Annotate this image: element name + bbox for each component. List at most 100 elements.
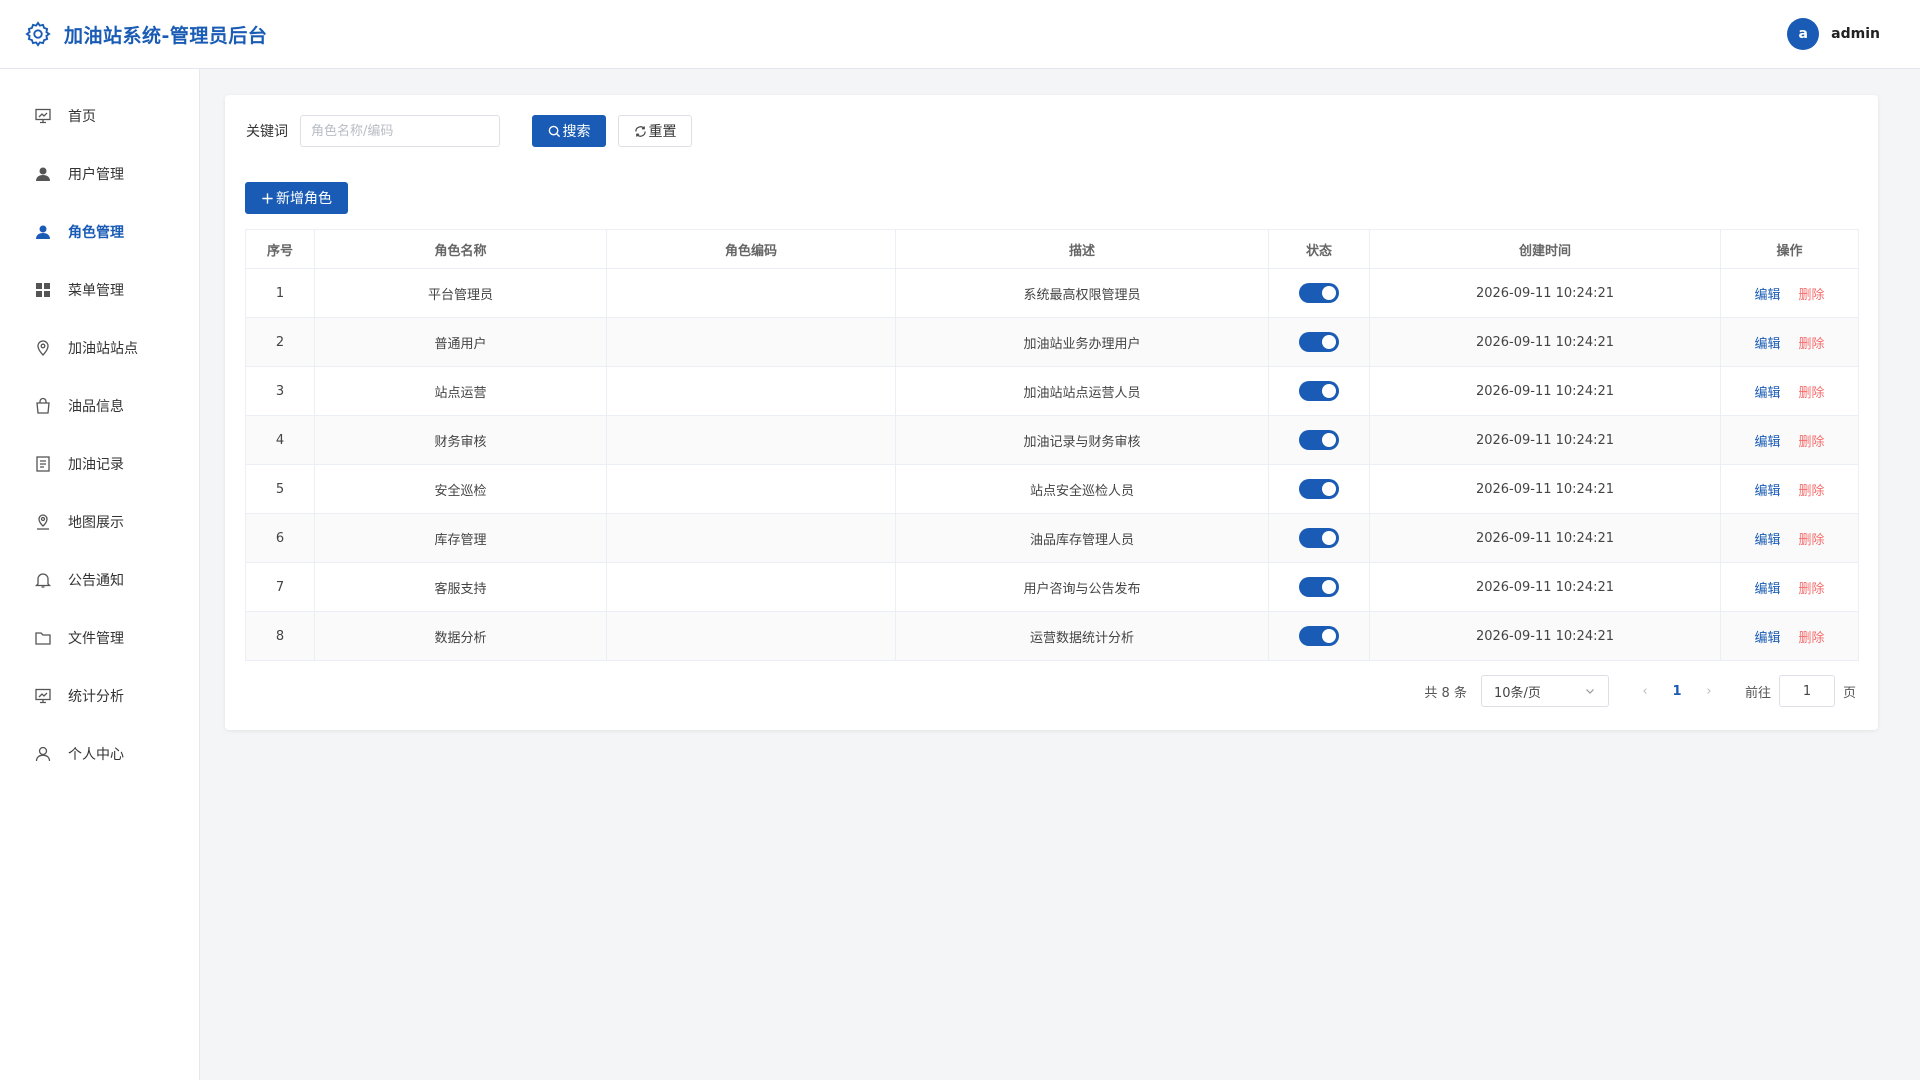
cell-created: 2026-09-11 10:24:21	[1369, 464, 1721, 514]
dashboard-icon	[35, 108, 51, 124]
sidebar-item-users[interactable]: 用户管理	[0, 145, 199, 203]
goto-page-input[interactable]	[1778, 675, 1835, 707]
cell-role-name: 平台管理员	[314, 268, 607, 318]
username[interactable]: admin	[1831, 26, 1880, 42]
edit-link[interactable]: 编辑	[1754, 582, 1780, 597]
table-row: 7 客服支持 用户咨询与公告发布 2026-09-11 10:24:21 编辑 删…	[245, 562, 1859, 612]
top-header: 加油站系统-管理员后台 a admin	[0, 0, 1920, 69]
cell-status	[1268, 268, 1370, 318]
cell-actions: 编辑 删除	[1720, 611, 1859, 661]
column-header-index: 序号	[245, 229, 315, 269]
sidebar-item-stats[interactable]: 统计分析	[0, 667, 199, 725]
cell-description: 站点安全巡检人员	[895, 464, 1269, 514]
table-row: 6 库存管理 油品库存管理人员 2026-09-11 10:24:21 编辑 删除	[245, 513, 1859, 563]
edit-link[interactable]: 编辑	[1754, 435, 1780, 450]
table-row: 2 普通用户 加油站业务办理用户 2026-09-11 10:24:21 编辑 删…	[245, 317, 1859, 367]
add-role-button[interactable]: 新增角色	[245, 182, 348, 214]
add-role-button-label: 新增角色	[276, 191, 332, 207]
status-toggle[interactable]	[1299, 577, 1339, 597]
sidebar-item-roles[interactable]: 角色管理	[0, 203, 199, 261]
delete-link[interactable]: 删除	[1799, 386, 1825, 401]
person-outline-icon	[35, 746, 51, 762]
sidebar-item-files[interactable]: 文件管理	[0, 609, 199, 667]
reset-button[interactable]: 重置	[618, 115, 692, 147]
search-label: 关键词	[246, 124, 288, 140]
cell-role-code	[606, 464, 896, 514]
status-toggle[interactable]	[1299, 381, 1339, 401]
goto-label: 前往	[1744, 685, 1771, 701]
brand: 加油站系统-管理员后台	[24, 20, 267, 48]
edit-link[interactable]: 编辑	[1754, 631, 1780, 646]
cell-status	[1268, 415, 1370, 465]
table-row: 1 平台管理员 系统最高权限管理员 2026-09-11 10:24:21 编辑…	[245, 268, 1859, 318]
edit-link[interactable]: 编辑	[1754, 386, 1780, 401]
next-page-icon[interactable]: ›	[1697, 684, 1721, 699]
status-toggle[interactable]	[1299, 283, 1339, 303]
sidebar-item-label: 菜单管理	[68, 283, 124, 299]
search-input[interactable]	[300, 115, 500, 147]
status-toggle[interactable]	[1299, 332, 1339, 352]
bell-icon	[34, 573, 52, 588]
location-icon	[37, 340, 49, 356]
sidebar-item-label: 文件管理	[68, 631, 124, 647]
user-menu[interactable]: a admin	[1787, 18, 1880, 50]
cell-status	[1268, 464, 1370, 514]
cell-role-name: 客服支持	[314, 562, 607, 612]
status-toggle[interactable]	[1299, 528, 1339, 548]
sidebar-item-oils[interactable]: 油品信息	[0, 377, 199, 435]
search-button-label: 搜索	[562, 124, 591, 140]
sidebar-item-stations[interactable]: 加油站站点	[0, 319, 199, 377]
delete-link[interactable]: 删除	[1799, 582, 1825, 597]
table-row: 5 安全巡检 站点安全巡检人员 2026-09-11 10:24:21 编辑 删除	[245, 464, 1859, 514]
page-number-current[interactable]: 1	[1657, 684, 1697, 699]
cell-created: 2026-09-11 10:24:21	[1369, 317, 1721, 367]
sidebar-item-label: 统计分析	[68, 689, 124, 705]
sidebar-item-label: 地图展示	[68, 515, 124, 531]
sidebar-item-menus[interactable]: 菜单管理	[0, 261, 199, 319]
table-row: 8 数据分析 运营数据统计分析 2026-09-11 10:24:21 编辑 删除	[245, 611, 1859, 661]
delete-link[interactable]: 删除	[1799, 533, 1825, 548]
sidebar-item-label: 油品信息	[68, 399, 124, 415]
grid-icon	[36, 283, 50, 297]
cell-role-code	[606, 415, 896, 465]
avatar[interactable]: a	[1787, 18, 1820, 50]
cell-role-code	[606, 366, 896, 416]
sidebar-item-profile[interactable]: 个人中心	[0, 725, 199, 783]
refresh-icon	[634, 125, 646, 137]
page-size-select[interactable]: 10条/页	[1480, 675, 1609, 707]
plus-icon	[262, 192, 273, 204]
delete-link[interactable]: 删除	[1799, 484, 1825, 499]
delete-link[interactable]: 删除	[1799, 631, 1825, 646]
delete-link[interactable]: 删除	[1799, 435, 1825, 450]
sidebar-item-label: 角色管理	[68, 225, 124, 241]
edit-link[interactable]: 编辑	[1754, 484, 1780, 499]
delete-link[interactable]: 删除	[1799, 288, 1825, 303]
status-toggle[interactable]	[1299, 479, 1339, 499]
sidebar-item-map[interactable]: 地图展示	[0, 493, 199, 551]
status-toggle[interactable]	[1299, 430, 1339, 450]
cell-actions: 编辑 删除	[1720, 415, 1859, 465]
delete-link[interactable]: 删除	[1799, 337, 1825, 352]
column-header-description: 描述	[895, 229, 1269, 269]
search-button[interactable]: 搜索	[532, 115, 606, 147]
edit-link[interactable]: 编辑	[1754, 288, 1780, 303]
edit-link[interactable]: 编辑	[1754, 533, 1780, 548]
bag-icon	[36, 397, 50, 414]
sidebar-item-home[interactable]: 首页	[0, 87, 199, 145]
pagination-total: 共 8 条	[1424, 685, 1467, 701]
column-header-actions: 操作	[1720, 229, 1859, 269]
cell-index: 1	[245, 268, 315, 318]
sidebar: 首页 用户管理 角色管理 菜单管理 加油站站点 油品信息 加油记录 地图展示 公…	[0, 69, 200, 1080]
cell-created: 2026-09-11 10:24:21	[1369, 268, 1721, 318]
cell-status	[1268, 317, 1370, 367]
cell-role-name: 站点运营	[314, 366, 607, 416]
sidebar-item-notices[interactable]: 公告通知	[0, 551, 199, 609]
prev-page-icon[interactable]: ‹	[1633, 684, 1657, 699]
sidebar-item-records[interactable]: 加油记录	[0, 435, 199, 493]
column-header-code: 角色编码	[606, 229, 896, 269]
status-toggle[interactable]	[1299, 626, 1339, 646]
column-header-status: 状态	[1268, 229, 1370, 269]
edit-link[interactable]: 编辑	[1754, 337, 1780, 352]
sidebar-item-label: 个人中心	[68, 747, 124, 763]
cell-index: 8	[245, 611, 315, 661]
